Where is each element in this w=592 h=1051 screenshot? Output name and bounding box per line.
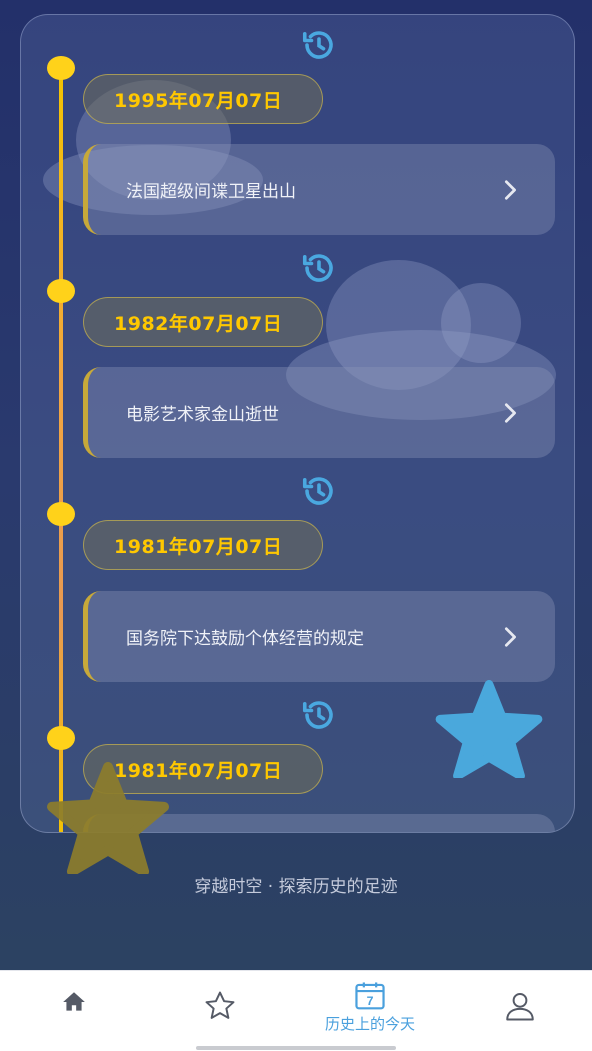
star-icon bbox=[205, 991, 235, 1019]
event-card[interactable]: 国务院下达鼓励个体经营的规定 bbox=[83, 591, 555, 682]
cloud-decoration bbox=[441, 283, 521, 363]
tab-favorites[interactable] bbox=[146, 971, 294, 1043]
chevron-right-icon bbox=[504, 626, 516, 647]
date-badge: 1981年07月07日 bbox=[83, 520, 323, 570]
history-icon bbox=[302, 31, 333, 59]
history-icon bbox=[302, 254, 333, 282]
star-decoration-olive-icon bbox=[47, 762, 169, 874]
date-badge: 1982年07月07日 bbox=[83, 297, 323, 347]
chevron-right-icon bbox=[504, 179, 516, 200]
tab-history-today[interactable]: 7 历史上的今天 bbox=[296, 971, 444, 1043]
event-title: 国务院下达鼓励个体经营的规定 bbox=[126, 629, 364, 649]
history-icon bbox=[302, 701, 333, 729]
calendar-icon: 7 bbox=[355, 982, 385, 1010]
tab-profile[interactable] bbox=[446, 971, 592, 1043]
event-card[interactable]: 法国超级间谍卫星出山 bbox=[83, 144, 555, 235]
home-indicator bbox=[196, 1046, 396, 1050]
star-decoration-blue-icon bbox=[435, 680, 543, 778]
bottom-tab-bar: 7 历史上的今天 bbox=[0, 970, 592, 1051]
home-icon bbox=[63, 992, 85, 1011]
event-title: 电影艺术家金山逝世 bbox=[126, 405, 279, 425]
history-icon bbox=[302, 477, 333, 505]
user-icon bbox=[506, 992, 534, 1021]
timeline-node bbox=[47, 279, 75, 303]
timeline-line bbox=[59, 67, 63, 832]
event-card[interactable]: 电影艺术家金山逝世 bbox=[83, 367, 555, 458]
chevron-right-icon bbox=[504, 402, 516, 423]
date-badge: 1995年07月07日 bbox=[83, 74, 323, 124]
timeline-node bbox=[47, 56, 75, 80]
footer-tagline: 穿越时空 · 探索历史的足迹 bbox=[194, 877, 398, 897]
timeline-node bbox=[47, 726, 75, 750]
event-title: 法国超级间谍卫星出山 bbox=[126, 182, 296, 202]
timeline-node bbox=[47, 502, 75, 526]
tab-home[interactable] bbox=[0, 971, 148, 1043]
calendar-day: 7 bbox=[367, 994, 374, 1008]
tab-label: 历史上的今天 bbox=[324, 1015, 415, 1033]
